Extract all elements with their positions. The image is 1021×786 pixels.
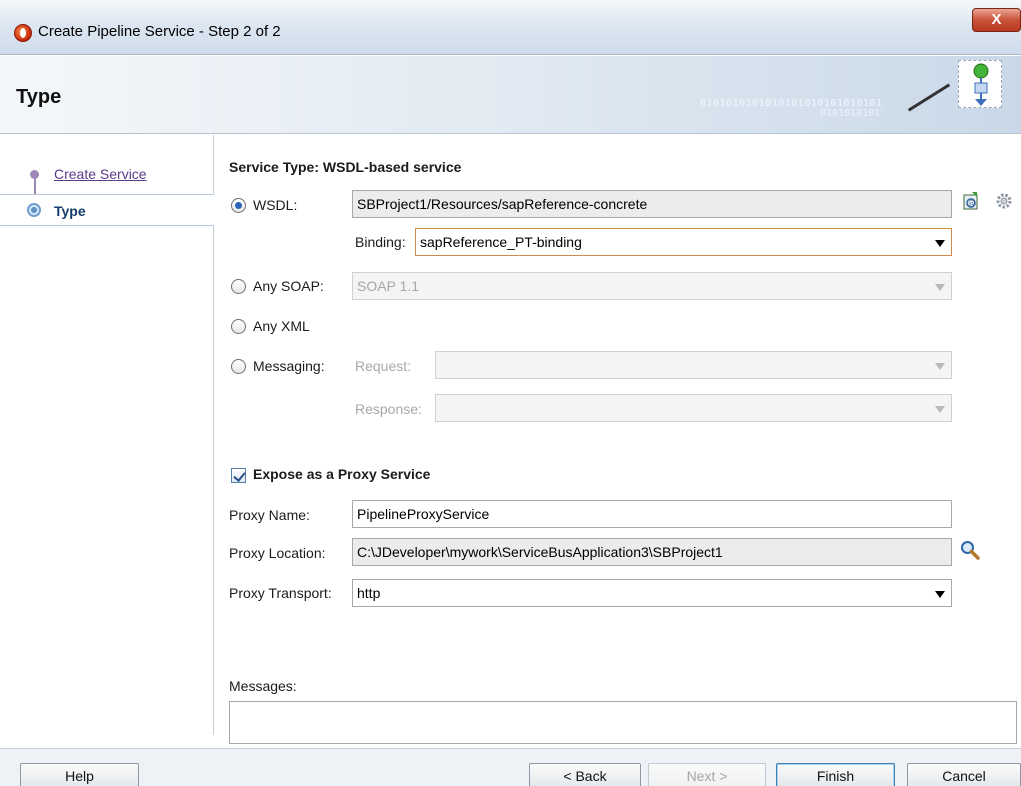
pipeline-wizard-icon: [958, 60, 1002, 108]
svg-text:@: @: [968, 200, 975, 208]
page-title: Type: [16, 86, 62, 108]
nav-step-create-service[interactable]: Create Service: [0, 162, 214, 194]
cancel-button[interactable]: Cancel: [907, 763, 1021, 786]
proxy-name-input[interactable]: PipelineProxyService: [352, 500, 952, 528]
wizard-footer: Help < Back Next > Finish Cancel: [0, 748, 1021, 786]
main-panel: Service Type: WSDL-based service WSDL: S…: [215, 135, 1021, 747]
soap-version-select[interactable]: SOAP 1.1: [352, 272, 952, 300]
header-binary-decoration-2: 0101010101: [820, 108, 881, 119]
chevron-down-icon[interactable]: [935, 591, 945, 598]
messaging-radio[interactable]: [231, 359, 246, 374]
soap-version-value: SOAP 1.1: [357, 278, 420, 294]
next-button[interactable]: Next >: [648, 763, 766, 786]
back-button[interactable]: < Back: [529, 763, 641, 786]
binding-label: Binding:: [355, 234, 406, 250]
gear-icon[interactable]: [994, 191, 1014, 211]
oracle-app-icon: [14, 24, 32, 42]
request-label: Request:: [355, 358, 412, 374]
nav-step-label: Type: [54, 203, 86, 219]
window-title: Create Pipeline Service - Step 2 of 2: [38, 23, 281, 40]
any-soap-radio[interactable]: [231, 279, 246, 294]
wsdl-label: WSDL:: [253, 197, 298, 213]
any-soap-label: Any SOAP:: [253, 278, 324, 294]
browse-wsdl-icon[interactable]: @: [962, 191, 982, 211]
chevron-down-icon[interactable]: [935, 406, 945, 413]
response-label: Response:: [355, 401, 422, 417]
messages-label: Messages:: [229, 678, 297, 694]
proxy-location-field[interactable]: C:\JDeveloper\mywork\ServiceBusApplicati…: [352, 538, 952, 566]
chevron-down-icon[interactable]: [935, 240, 945, 247]
proxy-transport-select[interactable]: http: [352, 579, 952, 607]
step-visited-icon: [30, 170, 39, 179]
expose-proxy-label[interactable]: Expose as a Proxy Service: [253, 466, 430, 482]
wsdl-field[interactable]: SBProject1/Resources/sapReference-concre…: [352, 190, 952, 218]
response-select[interactable]: [435, 394, 952, 422]
close-button[interactable]: X: [972, 8, 1021, 32]
chevron-down-icon[interactable]: [935, 363, 945, 370]
help-button[interactable]: Help: [20, 763, 139, 786]
any-xml-label: Any XML: [253, 318, 310, 334]
request-select[interactable]: [435, 351, 952, 379]
finish-button[interactable]: Finish: [776, 763, 895, 786]
any-xml-radio[interactable]: [231, 319, 246, 334]
step-current-icon: [27, 203, 41, 217]
chevron-down-icon[interactable]: [935, 284, 945, 291]
wizard-steps-nav: Create Service Type: [0, 135, 214, 735]
search-icon[interactable]: [959, 539, 981, 561]
proxy-transport-value: http: [357, 585, 381, 601]
nav-step-label[interactable]: Create Service: [54, 166, 147, 182]
binding-value: sapReference_PT-binding: [420, 234, 582, 250]
messaging-label: Messaging:: [253, 358, 325, 374]
proxy-transport-label: Proxy Transport:: [229, 585, 332, 601]
proxy-name-label: Proxy Name:: [229, 507, 310, 523]
wizard-header: Type 0101010101010101010101010101 010101…: [0, 56, 1021, 134]
expose-proxy-checkbox[interactable]: [231, 468, 246, 483]
title-bar: Create Pipeline Service - Step 2 of 2 X: [0, 0, 1021, 55]
messages-area[interactable]: [229, 701, 1017, 744]
binding-select[interactable]: sapReference_PT-binding: [415, 228, 952, 256]
proxy-location-label: Proxy Location:: [229, 545, 326, 561]
nav-step-type[interactable]: Type: [0, 194, 214, 226]
wsdl-radio[interactable]: [231, 198, 246, 213]
wand-icon: [907, 83, 951, 112]
section-title: Service Type: WSDL-based service: [229, 159, 462, 175]
